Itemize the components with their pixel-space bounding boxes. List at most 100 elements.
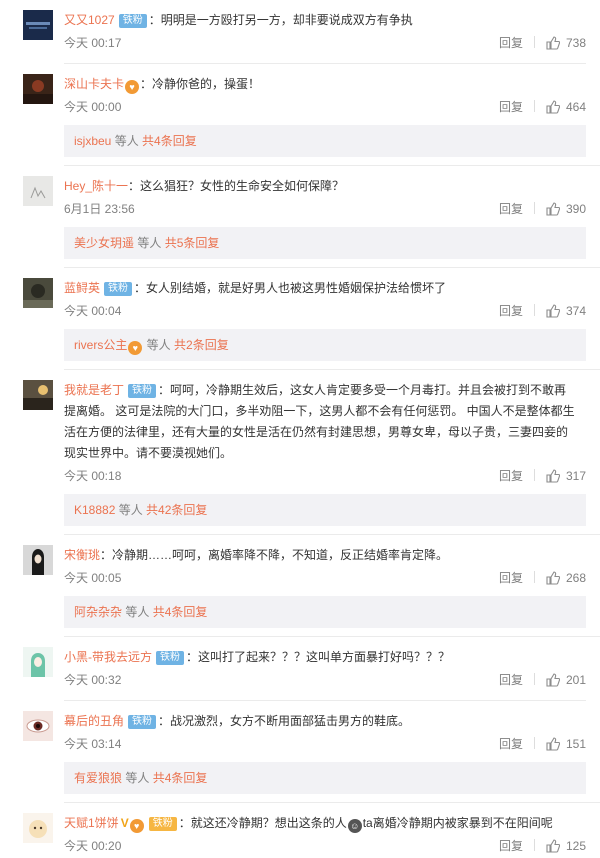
avatar[interactable] — [23, 176, 53, 206]
like-count: 374 — [565, 304, 586, 318]
comment-username[interactable]: 又又1027 — [64, 13, 115, 27]
like-button[interactable]: 151 — [546, 737, 586, 751]
comment-item: 宋衡珧：冷静期……呵呵，离婚率降不降，不知道，反正结婚率肯定降。 今天 00:0… — [0, 535, 600, 590]
sub-reply-user[interactable]: isjxbeu — [74, 134, 111, 148]
comment-feed: 又又1027 铁粉 ：明明是一方殴打另一方，却非要说成双方有争执 今天 00:17 … — [0, 0, 600, 858]
action-divider — [533, 673, 535, 685]
comment-item: 我就是老丁 铁粉 ：呵呵，冷静期生效后，这女人肯定要多受一个月毒打。并且会被打到不敢… — [0, 370, 600, 488]
like-button[interactable]: 390 — [546, 202, 586, 216]
like-count: 317 — [565, 469, 586, 483]
comment-body: Hey_陈十一：这么猖狂？女性的生命安全如何保障？ — [64, 176, 586, 197]
sub-reply-count[interactable]: 共5条回复 — [165, 236, 220, 250]
like-button[interactable]: 738 — [546, 36, 586, 50]
avatar[interactable] — [23, 647, 53, 677]
like-button[interactable]: 317 — [546, 469, 586, 483]
comment-username[interactable]: 我就是老丁 — [64, 383, 124, 397]
sub-reply-user[interactable]: 阿杂杂杂 — [74, 605, 122, 619]
reply-button[interactable]: 回复 — [499, 673, 523, 687]
reply-button[interactable]: 回复 — [499, 100, 523, 114]
comment-text: ：这叫打了起来？？？这叫单方面暴打好吗？？？ — [186, 650, 451, 664]
comment-item: 蓝鲟英 铁粉 ：女人别结婚，就是好男人也被这男性婚姻保护法给惯坏了 今天 00:04… — [0, 268, 600, 323]
reply-button[interactable]: 回复 — [499, 571, 523, 585]
fan-badge: 铁粉 — [156, 651, 184, 665]
sub-reply-count[interactable]: 共4条回复 — [142, 134, 197, 148]
comment-item: 又又1027 铁粉 ：明明是一方殴打另一方，却非要说成双方有争执 今天 00:17 … — [0, 0, 600, 64]
avatar[interactable] — [23, 380, 53, 410]
comment-time: 今天 00:20 — [64, 839, 122, 853]
sub-replies[interactable]: isjxbeu 等人 共4条回复 — [64, 125, 586, 157]
thumbs-up-icon — [546, 673, 561, 687]
thumbs-up-icon — [546, 36, 561, 50]
sub-reply-connector: 等人 — [122, 771, 153, 785]
like-count: 125 — [565, 839, 586, 853]
comment-actions: 回复 738 — [499, 31, 586, 55]
like-button[interactable]: 201 — [546, 673, 586, 687]
sub-reply-connector: 等人 — [111, 134, 143, 148]
like-count: 151 — [565, 737, 586, 751]
sub-replies[interactable]: 有爱狼狼 等人 共4条回复 — [64, 762, 586, 794]
comment-item: 深山卡夫卡 ♥ ：冷静你爸的，操蛋！ 今天 00:00 回复 464 — [0, 64, 600, 119]
avatar[interactable] — [23, 711, 53, 741]
comment-username[interactable]: 小黑-带我去远方 — [64, 650, 152, 664]
sub-replies[interactable]: 美少女玥遥 等人 共5条回复 — [64, 227, 586, 259]
sub-reply-count[interactable]: 共4条回复 — [153, 771, 208, 785]
sub-replies[interactable]: K18882 等人 共42条回复 — [64, 494, 586, 526]
like-count: 738 — [565, 36, 586, 50]
verified-v-icon: V — [120, 816, 129, 830]
like-button[interactable]: 268 — [546, 571, 586, 585]
reply-button[interactable]: 回复 — [499, 304, 523, 318]
sub-reply-user[interactable]: 美少女玥遥 — [74, 236, 134, 250]
comment-item: Hey_陈十一：这么猖狂？女性的生命安全如何保障？ 6月1日 23:56 回复 3… — [0, 166, 600, 221]
action-divider — [533, 100, 535, 112]
thumbs-up-icon — [546, 571, 561, 585]
fan-badge: 铁粉 — [128, 715, 157, 729]
sub-reply-count[interactable]: 共4条回复 — [153, 605, 208, 619]
sub-reply-count[interactable]: 共2条回复 — [174, 338, 229, 352]
sub-reply-connector: 等人 — [122, 605, 153, 619]
comment-body: 小黑-带我去远方 铁粉 ：这叫打了起来？？？这叫单方面暴打好吗？？？ — [64, 647, 586, 668]
sub-reply-user[interactable]: 有爱狼狼 — [74, 771, 122, 785]
comment-actions: 回复 317 — [499, 464, 586, 488]
comment-username[interactable]: 蓝鲟英 — [64, 281, 100, 295]
comment-username[interactable]: 宋衡珧 — [64, 548, 100, 562]
like-button[interactable]: 464 — [546, 100, 586, 114]
reply-button[interactable]: 回复 — [499, 839, 523, 853]
reply-button[interactable]: 回复 — [499, 737, 523, 751]
comment-time: 今天 00:05 — [64, 571, 122, 585]
comment-time: 今天 00:04 — [64, 304, 122, 318]
sub-reply-connector: 等人 — [143, 338, 175, 352]
avatar[interactable] — [23, 545, 53, 575]
emoji-icon: ☺ — [347, 819, 362, 833]
comment-meta: 今天 00:20 回复 125 — [64, 834, 586, 858]
sub-replies[interactable]: rivers公主 ♥ 等人 共2条回复 — [64, 329, 586, 361]
comment-body: 宋衡珧：冷静期……呵呵，离婚率降不降，不知道，反正结婚率肯定降。 — [64, 545, 586, 566]
comment-text: ：就这还冷静期？想出这条的人 — [178, 816, 347, 830]
like-button[interactable]: 125 — [546, 839, 586, 853]
comment-text: ：战况激烈，女方不断用面部猛击男方的鞋底。 — [158, 714, 411, 728]
comment-username[interactable]: 幕后的丑角 — [64, 714, 124, 728]
comment-actions: 回复 151 — [499, 732, 586, 756]
sub-reply-user[interactable]: K18882 — [74, 503, 115, 517]
avatar[interactable] — [23, 278, 53, 308]
like-count: 390 — [565, 202, 586, 216]
like-count: 464 — [565, 100, 586, 114]
comment-time: 今天 03:14 — [64, 737, 122, 751]
like-button[interactable]: 374 — [546, 304, 586, 318]
avatar[interactable] — [23, 10, 53, 40]
sub-replies[interactable]: 阿杂杂杂 等人 共4条回复 — [64, 596, 586, 628]
thumbs-up-icon — [546, 839, 561, 853]
comment-username[interactable]: 深山卡夫卡 — [64, 77, 124, 91]
avatar[interactable] — [23, 813, 53, 843]
comment-username[interactable]: 天赋1饼饼 — [64, 816, 119, 830]
comment-body: 天赋1饼饼 V ♥ 铁粉 ：就这还冷静期？想出这条的人 ☺ ta离婚冷静期内被家暴到不在阳间… — [64, 813, 586, 834]
sub-reply-count[interactable]: 共42条回复 — [146, 503, 207, 517]
sub-reply-user[interactable]: rivers公主 — [74, 338, 127, 352]
avatar[interactable] — [23, 74, 53, 104]
reply-button[interactable]: 回复 — [499, 469, 523, 483]
action-divider — [533, 469, 535, 481]
comment-username[interactable]: Hey_陈十一 — [64, 179, 128, 193]
comment-item: 天赋1饼饼 V ♥ 铁粉 ：就这还冷静期？想出这条的人 ☺ ta离婚冷静期内被家暴到不在阳间… — [0, 803, 600, 858]
medal-icon: ♥ — [125, 80, 140, 94]
reply-button[interactable]: 回复 — [499, 202, 523, 216]
reply-button[interactable]: 回复 — [499, 36, 523, 50]
